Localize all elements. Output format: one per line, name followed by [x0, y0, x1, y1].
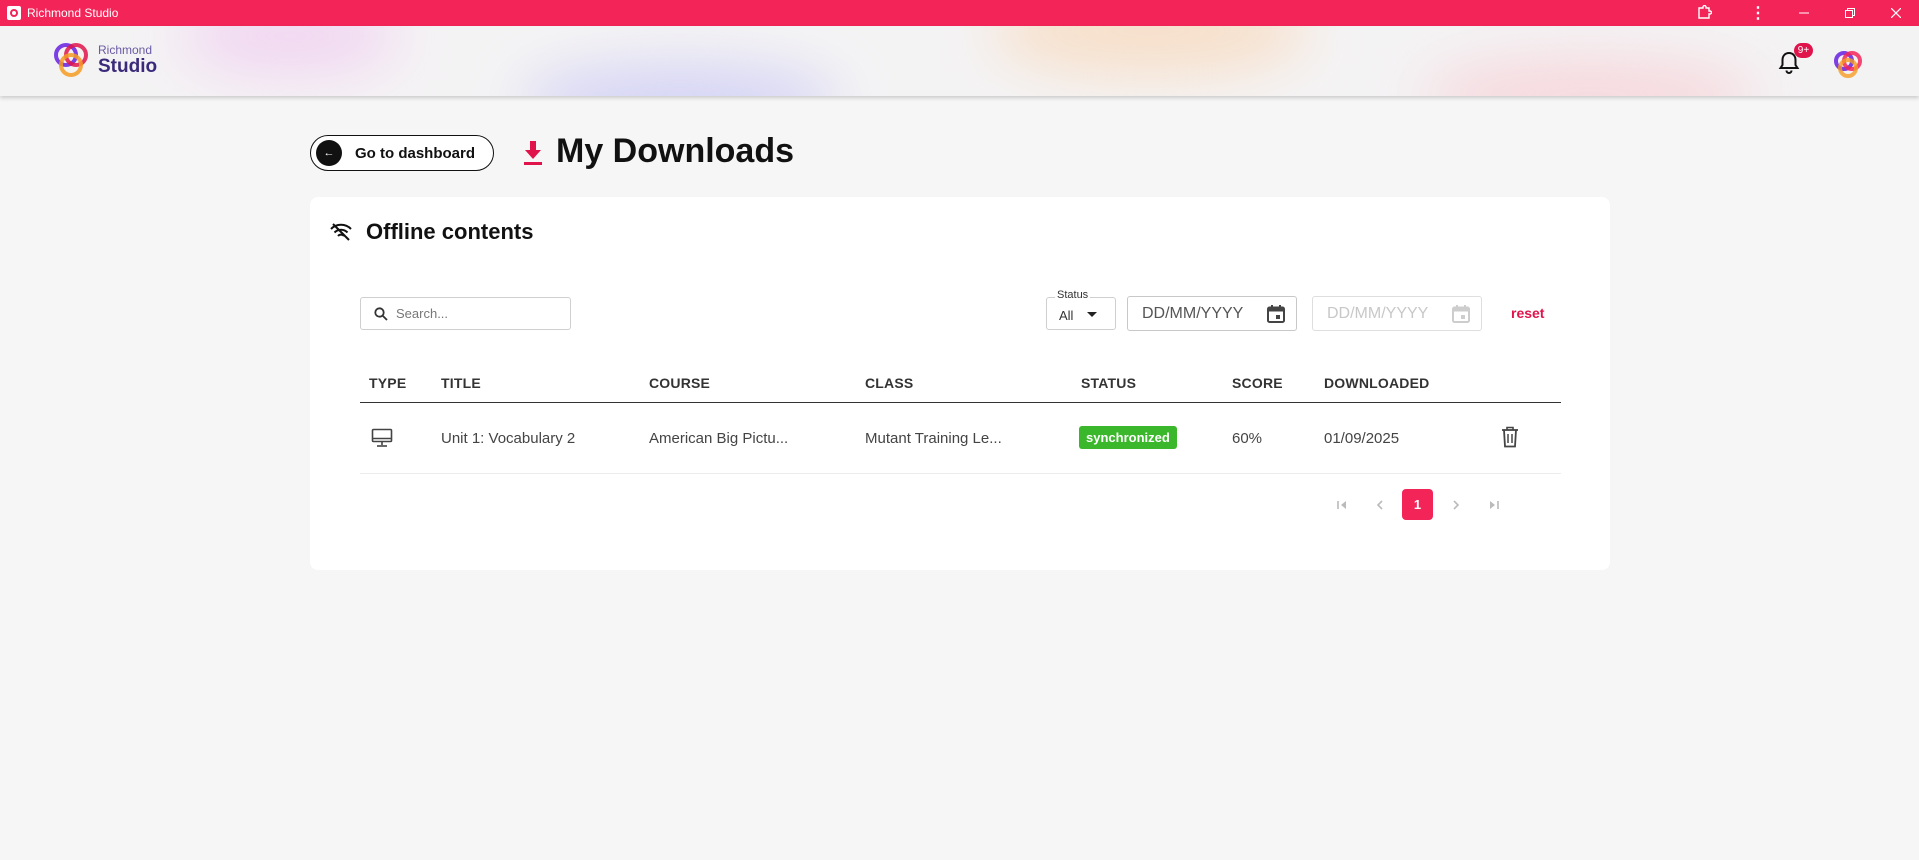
calendar-icon[interactable]: [1266, 304, 1286, 324]
page-title: My Downloads: [556, 132, 795, 170]
user-avatar[interactable]: [1832, 48, 1864, 80]
more-options-icon[interactable]: ⋮: [1735, 0, 1781, 26]
richmond-studio-logo[interactable]: Richmond Studio: [50, 39, 157, 81]
extensions-icon[interactable]: [1681, 0, 1727, 26]
logo-swirl-icon: [54, 43, 88, 77]
row-downloaded-date: 01/09/2025: [1324, 430, 1400, 447]
go-to-dashboard-label: Go to dashboard: [355, 144, 475, 162]
monitor-icon: [371, 428, 393, 447]
status-select-value: All: [1059, 308, 1074, 323]
column-header-status[interactable]: STATUS: [1081, 375, 1136, 391]
logo-text-studio: Studio: [98, 56, 158, 77]
date-from-field[interactable]: [1127, 296, 1297, 331]
status-badge: synchronized: [1079, 426, 1177, 449]
column-header-class[interactable]: CLASS: [865, 375, 913, 391]
date-to-field[interactable]: [1312, 296, 1482, 331]
search-input[interactable]: [396, 306, 556, 321]
caret-down-icon: [1087, 312, 1097, 317]
date-to-input[interactable]: [1327, 304, 1445, 323]
window-title-bar: Richmond Studio ⋮: [0, 0, 1919, 26]
close-icon[interactable]: [1873, 0, 1919, 26]
reset-filters-button[interactable]: reset: [1511, 305, 1544, 321]
column-header-downloaded[interactable]: DOWNLOADED: [1324, 375, 1429, 391]
logo-text-richmond: Richmond: [98, 43, 153, 57]
minimize-icon[interactable]: [1781, 0, 1827, 26]
row-title: Unit 1: Vocabulary 2: [441, 430, 576, 447]
download-icon: [524, 141, 542, 165]
trash-icon[interactable]: [1501, 426, 1519, 448]
page-button-current[interactable]: 1: [1402, 489, 1433, 520]
search-icon: [374, 306, 388, 321]
go-to-dashboard-button[interactable]: ← Go to dashboard: [310, 135, 494, 171]
card-title: Offline contents: [366, 219, 534, 244]
arrow-left-icon: ←: [316, 140, 342, 166]
offline-contents-card: Offline contents Status All: [310, 197, 1610, 570]
status-select[interactable]: Status All: [1046, 289, 1116, 330]
row-class: Mutant Training Le...: [865, 430, 1002, 447]
app-header: Richmond Studio 9+: [0, 26, 1919, 96]
column-header-score[interactable]: SCORE: [1232, 375, 1283, 391]
date-from-input[interactable]: [1142, 304, 1260, 323]
app-icon: [7, 6, 21, 20]
row-course: American Big Pictu...: [649, 430, 789, 447]
next-page-icon[interactable]: [1440, 489, 1471, 520]
previous-page-icon[interactable]: [1364, 489, 1395, 520]
search-box[interactable]: [360, 297, 571, 330]
notification-badge: 9+: [1794, 43, 1813, 58]
window-title: Richmond Studio: [27, 6, 119, 20]
status-select-label: Status: [1055, 289, 1091, 301]
table-row[interactable]: Unit 1: Vocabulary 2 American Big Pictu.…: [360, 406, 1561, 474]
first-page-icon[interactable]: [1326, 489, 1357, 520]
column-header-title[interactable]: TITLE: [441, 375, 481, 391]
calendar-icon[interactable]: [1451, 304, 1471, 324]
table-header: TYPE TITLE COURSE CLASS STATUS SCORE DOW…: [360, 373, 1561, 403]
last-page-icon[interactable]: [1478, 489, 1509, 520]
column-header-type[interactable]: TYPE: [369, 375, 406, 391]
restore-icon[interactable]: [1827, 0, 1873, 26]
column-header-course[interactable]: COURSE: [649, 375, 710, 391]
row-score: 60%: [1232, 430, 1263, 447]
wifi-off-icon: [330, 223, 352, 241]
